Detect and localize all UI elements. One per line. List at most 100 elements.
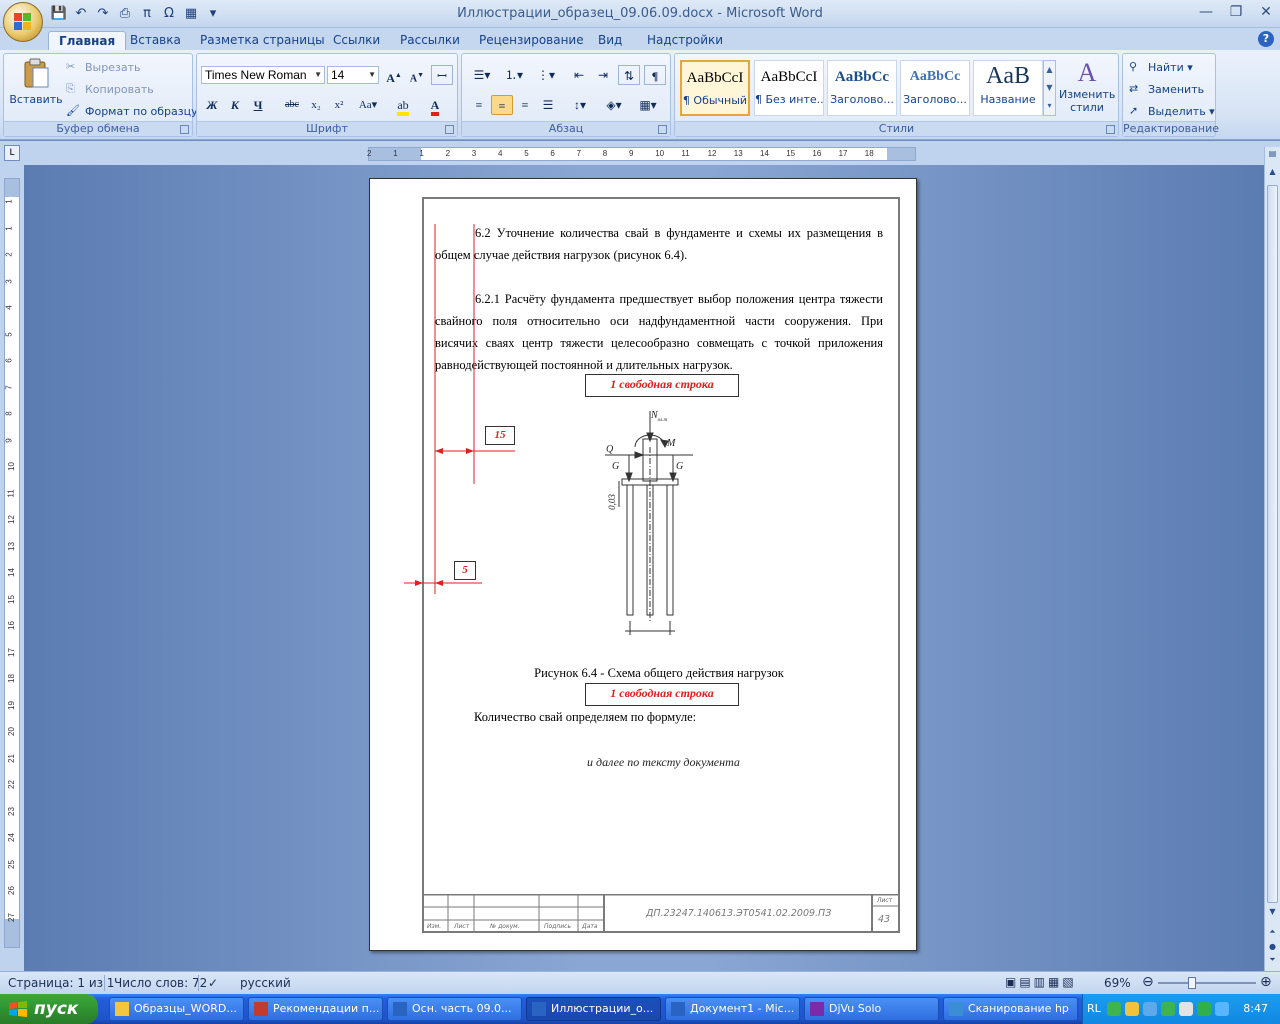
scroll-up-icon[interactable]: ▲	[1266, 167, 1279, 181]
status-words[interactable]: Число слов: 72	[114, 976, 207, 990]
scroll-thumb[interactable]	[1267, 185, 1278, 903]
show-marks-icon[interactable]: ¶	[644, 65, 666, 85]
next-page-icon[interactable]: ⏷	[1266, 955, 1279, 969]
tab-review[interactable]: Рецензирование	[479, 31, 584, 50]
horizontal-ruler[interactable]: 2 1 1 2 3 4 5 6 7 8 9 10 11 12 13 14 15 16 17 18	[367, 147, 916, 161]
ruler-number: 23	[6, 806, 16, 816]
font-size-combo[interactable]: 14 ▼	[327, 66, 379, 84]
prev-page-icon[interactable]: ⏶	[1266, 927, 1279, 941]
vertical-ruler[interactable]: 1 1 2 3 4 5 6 7 8 9 10 11 12 13 14 15 16 17 18 19 20 21 22 23 24…	[4, 178, 20, 948]
shrink-font-icon[interactable]: A▼	[406, 65, 428, 85]
select-button[interactable]: ➚ Выделить ▾	[1129, 104, 1215, 120]
view-buttons[interactable]: ▣▤▥▦▧	[1005, 975, 1100, 989]
format-painter-button[interactable]: 🖌 Формат по образцу	[66, 104, 198, 120]
styles-scroll-icon[interactable]: ▲ ▼ ▾	[1043, 60, 1056, 116]
align-right-icon[interactable]: ≡	[514, 95, 536, 115]
browse-object-icon[interactable]: ●	[1266, 942, 1279, 956]
help-icon[interactable]: ?	[1258, 31, 1274, 47]
style-title[interactable]: AaB Название	[973, 60, 1043, 116]
tab-addins[interactable]: Надстройки	[647, 31, 723, 50]
highlight-icon[interactable]: ab	[389, 95, 417, 116]
change-case-icon[interactable]: Aa▾	[353, 95, 383, 115]
scroll-down-icon[interactable]: ▼	[1266, 907, 1279, 921]
tray-icon[interactable]	[1197, 1002, 1211, 1016]
strikethrough-icon[interactable]: abc	[281, 95, 303, 115]
tab-selector-icon[interactable]: L	[4, 145, 20, 161]
tray-icon[interactable]	[1107, 1002, 1121, 1016]
restore-button[interactable]: ❐	[1226, 4, 1246, 20]
clipboard-launcher-icon[interactable]	[180, 125, 189, 134]
taskbar-item[interactable]: Сканирование hp	[943, 997, 1078, 1021]
ruler-number: 9	[4, 437, 14, 443]
paste-button[interactable]: Вставить	[8, 58, 64, 106]
minimize-button[interactable]: —	[1196, 4, 1216, 20]
underline-icon[interactable]: Ч	[247, 95, 269, 115]
numbering-icon[interactable]: ⒈▾	[500, 65, 528, 85]
office-button[interactable]	[3, 2, 43, 42]
tray-icon[interactable]	[1143, 1002, 1157, 1016]
justify-icon[interactable]: ☰	[537, 95, 559, 115]
tab-references[interactable]: Ссылки	[333, 31, 380, 50]
zoom-slider-thumb[interactable]	[1188, 977, 1196, 989]
cut-button[interactable]: ✂ Вырезать	[66, 60, 140, 76]
clear-format-icon[interactable]: ꟷ	[431, 65, 453, 85]
tray-icon[interactable]	[1125, 1002, 1139, 1016]
bullets-icon[interactable]: ☰▾	[468, 65, 496, 85]
taskbar-item[interactable]: DjVu Solo	[804, 997, 939, 1021]
style-normal[interactable]: AaBbCcI ¶ Обычный	[680, 60, 750, 116]
zoom-in-icon[interactable]: ⊕	[1260, 974, 1272, 990]
style-heading-1[interactable]: AaBbCc Заголово...	[827, 60, 897, 116]
tab-page-layout[interactable]: Разметка страницы	[200, 31, 325, 50]
copy-label: Копировать	[85, 83, 154, 96]
style-heading-2[interactable]: AaBbCc Заголово...	[900, 60, 970, 116]
vertical-scrollbar[interactable]: ▤ ▲ ▼ ⏶ ● ⏷	[1264, 147, 1280, 971]
taskbar-item[interactable]: Рекомендации п...	[248, 997, 383, 1021]
spellcheck-icon[interactable]: ✓	[208, 976, 218, 990]
copy-button[interactable]: ⎘ Копировать	[66, 82, 154, 98]
subscript-icon[interactable]: x₂	[305, 95, 327, 115]
bold-icon[interactable]: Ж	[201, 95, 223, 115]
font-color-icon[interactable]: A	[421, 95, 449, 116]
decrease-indent-icon[interactable]: ⇤	[568, 65, 590, 85]
close-button[interactable]: ✕	[1256, 4, 1276, 20]
zoom-out-icon[interactable]: ⊖	[1142, 974, 1154, 990]
tray-icon[interactable]	[1215, 1002, 1229, 1016]
tab-home[interactable]: Главная	[48, 31, 127, 50]
status-page[interactable]: Страница: 1 из 1	[8, 976, 114, 990]
tray-icon[interactable]	[1161, 1002, 1175, 1016]
shading-icon[interactable]: ◈▾	[600, 95, 628, 115]
styles-launcher-icon[interactable]	[1106, 125, 1115, 134]
taskbar-item[interactable]: Иллюстрации_о...	[526, 997, 661, 1021]
increase-indent-icon[interactable]: ⇥	[592, 65, 614, 85]
ruler-toggle-icon[interactable]: ▤	[1266, 149, 1279, 163]
grow-font-icon[interactable]: A▲	[383, 65, 405, 85]
find-button[interactable]: ⚲ Найти ▾	[1129, 60, 1193, 76]
status-language[interactable]: русский	[240, 976, 291, 990]
line-spacing-icon[interactable]: ↕▾	[566, 95, 594, 115]
font-name-combo[interactable]: Times New Roman ▼	[201, 66, 325, 84]
multilevel-list-icon[interactable]: ⋮▾	[532, 65, 560, 85]
change-styles-button[interactable]: A Изменить стили	[1059, 58, 1115, 114]
tray-icon[interactable]	[1179, 1002, 1193, 1016]
tray-language[interactable]: RL	[1087, 1002, 1101, 1015]
sort-icon[interactable]: ⇅	[618, 65, 640, 85]
zoom-level[interactable]: 69%	[1104, 976, 1131, 990]
align-left-icon[interactable]: ≡	[468, 95, 490, 115]
taskbar-item[interactable]: Осн. часть 09.0...	[387, 997, 522, 1021]
tab-insert[interactable]: Вставка	[130, 31, 181, 50]
zoom-slider[interactable]	[1158, 982, 1256, 984]
borders-icon[interactable]: ▦▾	[634, 95, 662, 115]
replace-button[interactable]: ⇄ Заменить	[1129, 82, 1204, 98]
document-page[interactable]: 6.2 Уточнение количества свай в фундамен…	[369, 178, 917, 951]
taskbar-item[interactable]: Документ1 - Mic...	[665, 997, 800, 1021]
taskbar-item[interactable]: Образцы_WORD...	[109, 997, 244, 1021]
font-launcher-icon[interactable]	[445, 125, 454, 134]
style-no-spacing[interactable]: AaBbCcI ¶ Без инте...	[754, 60, 824, 116]
tab-view[interactable]: Вид	[598, 31, 622, 50]
align-center-icon[interactable]: ≡	[491, 95, 513, 115]
start-button[interactable]: пуск	[0, 994, 98, 1024]
paragraph-launcher-icon[interactable]	[658, 125, 667, 134]
italic-icon[interactable]: К	[224, 95, 246, 115]
tab-mailings[interactable]: Рассылки	[400, 31, 460, 50]
superscript-icon[interactable]: x²	[328, 95, 350, 115]
